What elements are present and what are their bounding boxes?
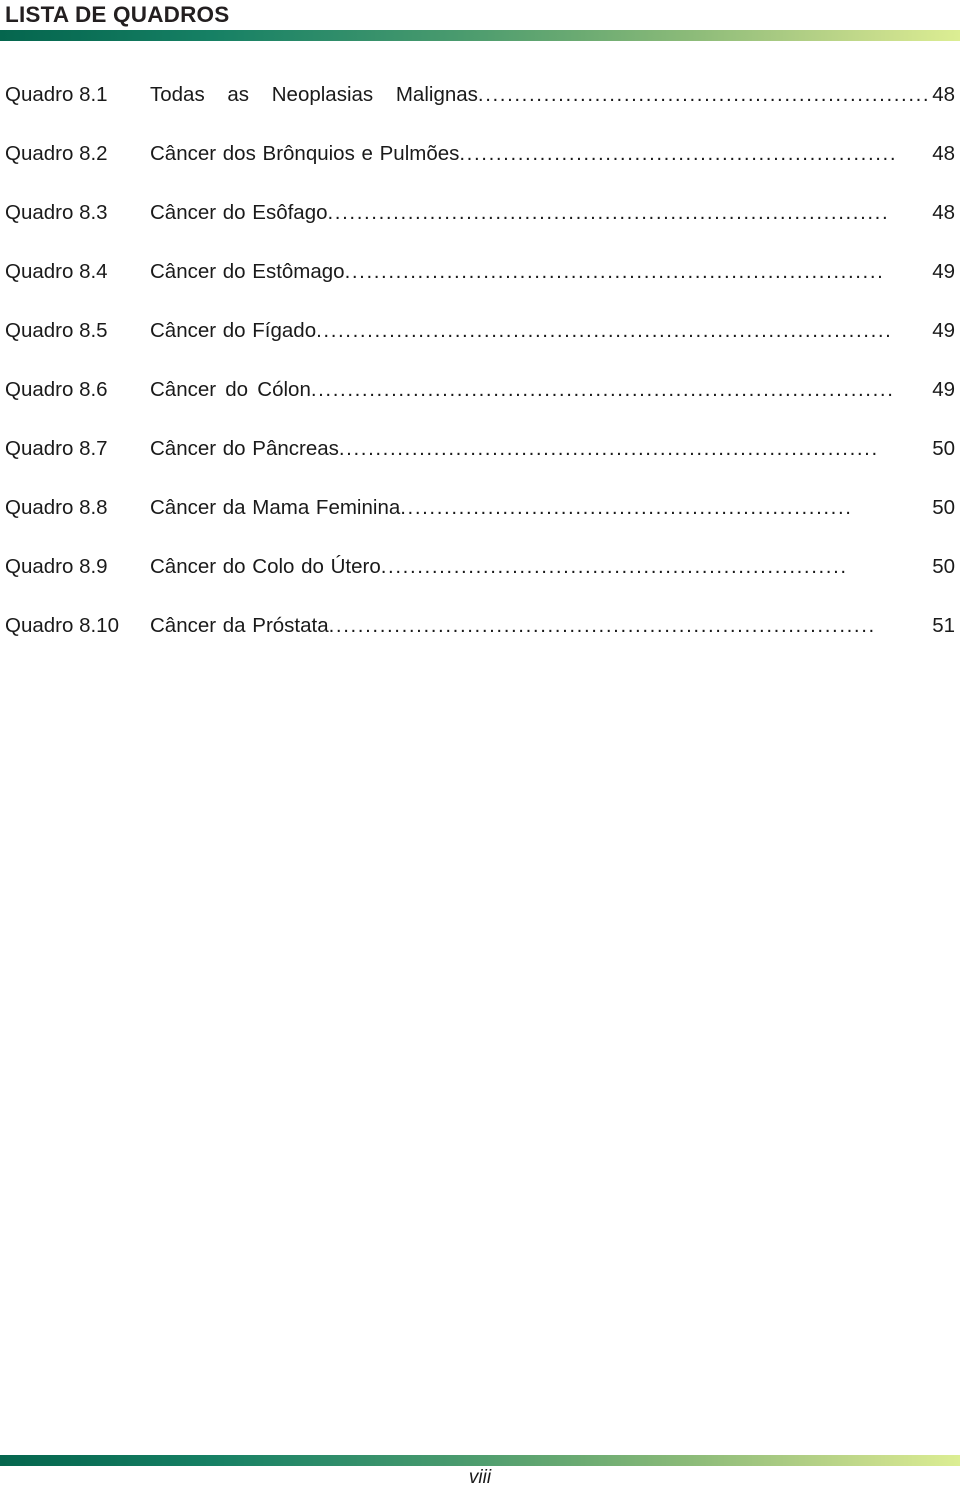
footer-page-number: viii [468,1467,492,1488]
quadro-entry: Todas as Neoplasias Malignas............… [150,82,955,108]
list-item[interactable]: Quadro 8.7 Câncer do Pâncreas............… [0,436,960,495]
dot-leader: ........................................… [400,496,853,519]
quadro-entry: Câncer do Fígado........................… [150,318,955,344]
quadros-list: Quadro 8.1 Todas as Neoplasias Malignas..… [0,82,960,672]
list-item[interactable]: Quadro 8.9 Câncer do Colo do Útero.......… [0,554,960,613]
list-item[interactable]: Quadro 8.1 Todas as Neoplasias Malignas..… [0,82,960,141]
quadro-page-number: 50 [932,555,955,578]
quadro-title: Câncer do Estômago [150,260,345,283]
quadro-label: Quadro 8.8 [5,496,108,519]
quadro-title: Câncer dos Brônquios e Pulmões [150,142,460,165]
dot-leader: ........................................… [316,319,893,342]
quadro-title: Câncer do Colo do Útero [150,555,381,578]
quadro-label: Quadro 8.7 [5,437,108,460]
quadro-title: Todas as Neoplasias Malignas [150,83,478,106]
header-gradient-rule [0,30,960,41]
quadro-page-number: 48 [932,83,955,106]
dot-leader: ........................................… [310,378,895,401]
list-item[interactable]: Quadro 8.3 Câncer do Esôfago.............… [0,200,960,259]
quadro-entry: Câncer do Estômago......................… [150,259,955,285]
quadro-page-number: 51 [932,614,955,637]
list-item[interactable]: Quadro 8.10 Câncer da Próstata...........… [0,613,960,672]
quadro-page-number: 48 [932,142,955,165]
list-item[interactable]: Quadro 8.6 Câncer do Cólon...............… [0,377,960,436]
quadro-label: Quadro 8.10 [5,614,119,637]
dot-leader: ........................................… [327,201,890,224]
quadro-label: Quadro 8.2 [5,142,108,165]
quadro-label: Quadro 8.1 [5,83,108,106]
quadro-entry: Câncer da Próstata......................… [150,613,955,639]
quadro-title: Câncer do Cólon [150,378,311,401]
dot-leader: ........................................… [338,437,879,460]
quadro-label: Quadro 8.6 [5,378,108,401]
quadro-label: Quadro 8.9 [5,555,108,578]
quadro-label: Quadro 8.3 [5,201,108,224]
quadro-label: Quadro 8.5 [5,319,108,342]
quadro-entry: Câncer do Pâncreas......................… [150,436,955,462]
quadro-entry: Câncer dos Brônquios e Pulmões..........… [150,141,955,167]
dot-leader: ........................................… [380,555,848,578]
dot-leader: ........................................… [477,83,932,106]
dot-leader: ........................................… [344,260,885,283]
quadro-title: Câncer do Fígado [150,319,317,342]
page-title: LISTA DE QUADROS [5,2,230,27]
quadro-page-number: 50 [932,437,955,460]
quadro-page-number: 48 [932,201,955,224]
quadro-page-number: 49 [932,319,955,342]
quadro-title: Câncer da Mama Feminina [150,496,401,519]
quadro-page-number: 49 [932,378,955,401]
quadro-title: Câncer da Próstata [150,614,329,637]
quadro-page-number: 49 [932,260,955,283]
footer-gradient-rule [0,1455,960,1466]
quadro-page-number: 50 [932,496,955,519]
quadro-entry: Câncer da Mama Feminina.................… [150,495,955,521]
dot-leader: ........................................… [459,142,898,165]
quadro-title: Câncer do Esôfago [150,201,328,224]
list-item[interactable]: Quadro 8.4 Câncer do Estômago............… [0,259,960,318]
quadro-entry: Câncer do Colo do Útero.................… [150,554,955,580]
quadro-label: Quadro 8.4 [5,260,108,283]
quadro-entry: Câncer do Esôfago.......................… [150,200,955,226]
list-item[interactable]: Quadro 8.8 Câncer da Mama Feminina.......… [0,495,960,554]
list-item[interactable]: Quadro 8.2 Câncer dos Brônquios e Pulmões… [0,141,960,200]
list-item[interactable]: Quadro 8.5 Câncer do Fígado..............… [0,318,960,377]
dot-leader: ........................................… [328,614,876,637]
quadro-title: Câncer do Pâncreas [150,437,339,460]
quadro-entry: Câncer do Cólon.........................… [150,377,955,403]
